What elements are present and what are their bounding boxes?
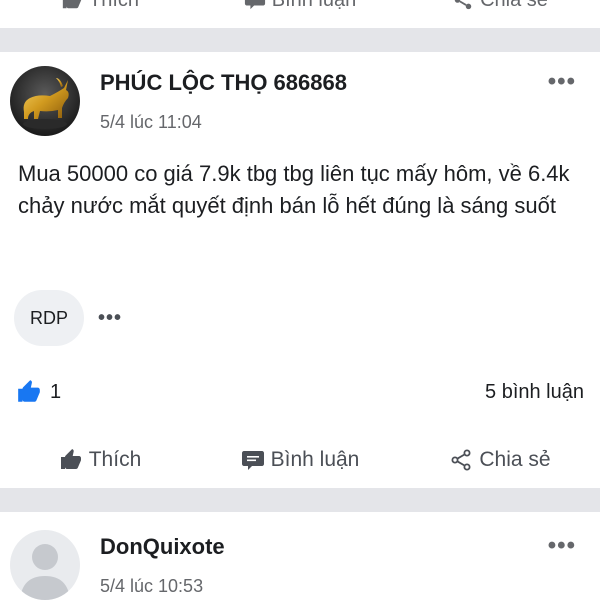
post-actions: Thích Bình luận Chia sẻ [0,440,600,480]
post-header: PHÚC LỘC THỌ 686868 5/4 lúc 11:04 ••• [0,66,600,146]
author-name[interactable]: DonQuixote [100,534,225,560]
comment-button[interactable]: Bình luận [200,440,400,480]
post-header: DonQuixote 5/4 lúc 10:53 ••• [0,530,600,600]
golden-bull-avatar-icon [10,66,80,136]
like-count: 1 [50,380,62,403]
post-separator [0,28,600,52]
more-options-icon[interactable]: ••• [548,532,576,560]
post-timestamp: 5/4 lúc 11:04 [100,112,202,132]
share-button[interactable]: Chia sẻ [400,0,600,14]
more-options-icon[interactable]: ••• [548,68,576,96]
comment-button[interactable]: Bình luận [200,0,400,14]
share-icon [454,0,472,10]
comment-count[interactable]: 5 bình luận [485,381,584,404]
comment-label: Bình luận [272,0,357,12]
share-icon [451,449,471,471]
post-timestamp: 5/4 lúc 10:53 [100,576,204,596]
share-button[interactable]: Chia sẻ [400,440,600,480]
post-separator [0,488,600,512]
share-label: Chia sẻ [479,448,551,471]
thumbs-up-icon [60,449,81,469]
comment-icon [244,0,265,10]
avatar[interactable] [10,530,80,600]
comment-label: Bình luận [270,448,360,471]
author-name[interactable]: PHÚC LỘC THỌ 686868 [100,70,347,96]
post-content: Mua 50000 co giá 7.9k tbg tbg liên tục m… [18,161,570,218]
like-reaction-icon [18,380,40,402]
tag-row: RDP ••• [14,290,122,346]
share-label: Chia sẻ [480,0,548,12]
post-stats: 1 5 bình luận [16,376,584,408]
previous-post-actions: Thích Bình luận Chia sẻ [0,0,600,14]
avatar[interactable] [10,66,80,136]
more-tags-icon[interactable]: ••• [98,307,122,330]
like-button[interactable]: Thích [0,440,200,480]
stock-tag[interactable]: RDP [14,290,84,346]
like-summary[interactable]: 1 [16,379,61,405]
like-label: Thích [88,448,142,471]
comment-icon [241,451,264,470]
thumbs-up-icon [62,0,82,9]
like-label: Thích [89,0,139,12]
default-user-avatar-icon [10,530,80,600]
like-button[interactable]: Thích [0,0,200,14]
